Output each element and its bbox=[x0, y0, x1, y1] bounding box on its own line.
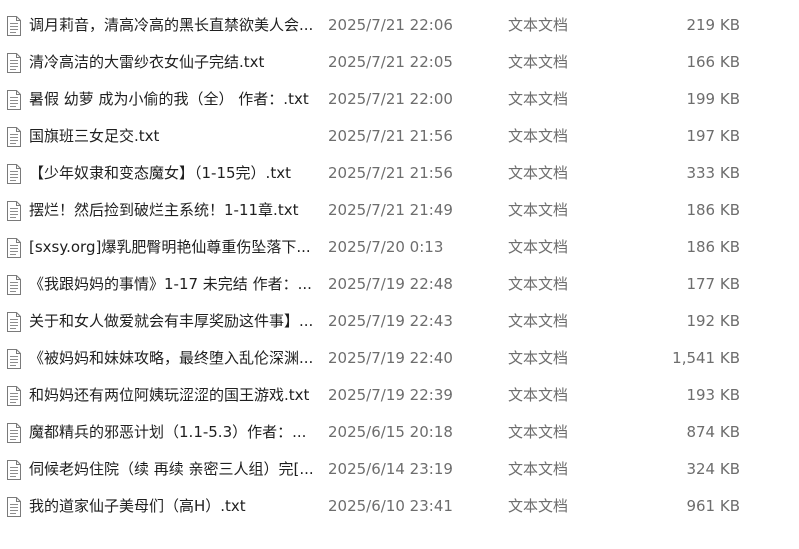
file-size: 324 KB bbox=[686, 460, 740, 478]
file-row[interactable]: [sxsy.org]爆乳肥臀明艳仙尊重伤坠落下... 2025/7/20 0:1… bbox=[0, 229, 799, 266]
file-modified-date: 2025/7/21 21:56 bbox=[328, 127, 453, 145]
text-file-icon bbox=[7, 164, 21, 184]
file-size: 186 KB bbox=[686, 238, 740, 256]
text-file-icon bbox=[7, 16, 21, 36]
file-type: 文本文档 bbox=[508, 423, 569, 441]
file-row[interactable]: 暑假 幼萝 成为小偷的我（全） 作者：.txt 2025/7/21 22:00 … bbox=[0, 81, 799, 118]
file-type: 文本文档 bbox=[508, 90, 569, 108]
file-type: 文本文档 bbox=[508, 497, 569, 515]
text-file-icon bbox=[7, 275, 21, 295]
file-modified-date: 2025/7/20 0:13 bbox=[328, 238, 444, 256]
file-type: 文本文档 bbox=[508, 275, 569, 293]
file-modified-date: 2025/7/19 22:48 bbox=[328, 275, 453, 293]
file-name: 清冷高洁的大雷纱衣女仙子完结.txt bbox=[29, 53, 265, 71]
file-name: 伺候老妈住院（续 再续 亲密三人组）完[... bbox=[29, 460, 314, 478]
file-name: 《被妈妈和妹妹攻略，最终堕入乱伦深渊... bbox=[29, 349, 314, 367]
text-file-icon bbox=[7, 90, 21, 110]
file-type: 文本文档 bbox=[508, 53, 569, 71]
text-file-icon bbox=[7, 201, 21, 221]
text-file-icon bbox=[7, 423, 21, 443]
file-modified-date: 2025/7/21 22:00 bbox=[328, 90, 453, 108]
file-name: 我的道家仙子美母们（高H）.txt bbox=[29, 497, 246, 515]
file-row[interactable]: 国旗班三女足交.txt 2025/7/21 21:56 文本文档 197 KB bbox=[0, 118, 799, 155]
file-modified-date: 2025/7/21 21:49 bbox=[328, 201, 453, 219]
file-modified-date: 2025/7/19 22:40 bbox=[328, 349, 453, 367]
text-file-icon bbox=[7, 53, 21, 73]
file-modified-date: 2025/7/21 22:06 bbox=[328, 16, 453, 34]
file-size: 193 KB bbox=[686, 386, 740, 404]
file-size: 1,541 KB bbox=[672, 349, 740, 367]
file-modified-date: 2025/7/19 22:39 bbox=[328, 386, 453, 404]
file-type: 文本文档 bbox=[508, 127, 569, 145]
file-row[interactable]: 《被妈妈和妹妹攻略，最终堕入乱伦深渊... 2025/7/19 22:40 文本… bbox=[0, 340, 799, 377]
file-name: 魔都精兵的邪恶计划（1.1-5.3）作者：... bbox=[29, 423, 307, 441]
file-size: 219 KB bbox=[686, 16, 740, 34]
file-name: 【少年奴隶和变态魔女】（1-15完）.txt bbox=[29, 164, 291, 182]
file-name: 暑假 幼萝 成为小偷的我（全） 作者：.txt bbox=[29, 90, 309, 108]
file-row[interactable]: 魔都精兵的邪恶计划（1.1-5.3）作者：... 2025/6/15 20:18… bbox=[0, 414, 799, 451]
file-name: 关于和女人做爱就会有丰厚奖励这件事】... bbox=[29, 312, 314, 330]
text-file-icon bbox=[7, 238, 21, 258]
file-type: 文本文档 bbox=[508, 349, 569, 367]
file-size: 961 KB bbox=[686, 497, 740, 515]
file-size: 177 KB bbox=[686, 275, 740, 293]
file-row[interactable]: 摆烂！然后捡到破烂主系统！1-11章.txt 2025/7/21 21:49 文… bbox=[0, 192, 799, 229]
text-file-icon bbox=[7, 349, 21, 369]
file-size: 199 KB bbox=[686, 90, 740, 108]
file-size: 166 KB bbox=[686, 53, 740, 71]
file-row[interactable]: 调月莉音，清高冷高的黑长直禁欲美人会... 2025/7/21 22:06 文本… bbox=[0, 7, 799, 44]
file-modified-date: 2025/7/21 22:05 bbox=[328, 53, 453, 71]
file-modified-date: 2025/7/21 21:56 bbox=[328, 164, 453, 182]
file-type: 文本文档 bbox=[508, 460, 569, 478]
file-size: 186 KB bbox=[686, 201, 740, 219]
file-row[interactable]: 【少年奴隶和变态魔女】（1-15完）.txt 2025/7/21 21:56 文… bbox=[0, 155, 799, 192]
text-file-icon bbox=[7, 497, 21, 517]
file-modified-date: 2025/6/14 23:19 bbox=[328, 460, 453, 478]
file-row[interactable]: 关于和女人做爱就会有丰厚奖励这件事】... 2025/7/19 22:43 文本… bbox=[0, 303, 799, 340]
file-size: 874 KB bbox=[686, 423, 740, 441]
file-name: 调月莉音，清高冷高的黑长直禁欲美人会... bbox=[29, 16, 314, 34]
file-type: 文本文档 bbox=[508, 16, 569, 34]
file-row[interactable]: 伺候老妈住院（续 再续 亲密三人组）完[... 2025/6/14 23:19 … bbox=[0, 451, 799, 488]
file-type: 文本文档 bbox=[508, 386, 569, 404]
file-list: 调月莉音，清高冷高的黑长直禁欲美人会... 2025/7/21 22:06 文本… bbox=[0, 7, 799, 525]
file-name: 《我跟妈妈的事情》1-17 未完结 作者：... bbox=[29, 275, 312, 293]
file-modified-date: 2025/6/15 20:18 bbox=[328, 423, 453, 441]
file-name: [sxsy.org]爆乳肥臀明艳仙尊重伤坠落下... bbox=[29, 238, 311, 256]
file-type: 文本文档 bbox=[508, 238, 569, 256]
file-name: 国旗班三女足交.txt bbox=[29, 127, 160, 145]
file-row[interactable]: 清冷高洁的大雷纱衣女仙子完结.txt 2025/7/21 22:05 文本文档 … bbox=[0, 44, 799, 81]
file-name: 摆烂！然后捡到破烂主系统！1-11章.txt bbox=[29, 201, 299, 219]
file-type: 文本文档 bbox=[508, 164, 569, 182]
file-row[interactable]: 我的道家仙子美母们（高H）.txt 2025/6/10 23:41 文本文档 9… bbox=[0, 488, 799, 525]
file-size: 197 KB bbox=[686, 127, 740, 145]
file-row[interactable]: 《我跟妈妈的事情》1-17 未完结 作者：... 2025/7/19 22:48… bbox=[0, 266, 799, 303]
text-file-icon bbox=[7, 460, 21, 480]
file-size: 192 KB bbox=[686, 312, 740, 330]
file-type: 文本文档 bbox=[508, 201, 569, 219]
file-size: 333 KB bbox=[686, 164, 740, 182]
text-file-icon bbox=[7, 312, 21, 332]
text-file-icon bbox=[7, 386, 21, 406]
file-modified-date: 2025/7/19 22:43 bbox=[328, 312, 453, 330]
file-row[interactable]: 和妈妈还有两位阿姨玩涩涩的国王游戏.txt 2025/7/19 22:39 文本… bbox=[0, 377, 799, 414]
text-file-icon bbox=[7, 127, 21, 147]
file-name: 和妈妈还有两位阿姨玩涩涩的国王游戏.txt bbox=[29, 386, 310, 404]
file-type: 文本文档 bbox=[508, 312, 569, 330]
file-modified-date: 2025/6/10 23:41 bbox=[328, 497, 453, 515]
